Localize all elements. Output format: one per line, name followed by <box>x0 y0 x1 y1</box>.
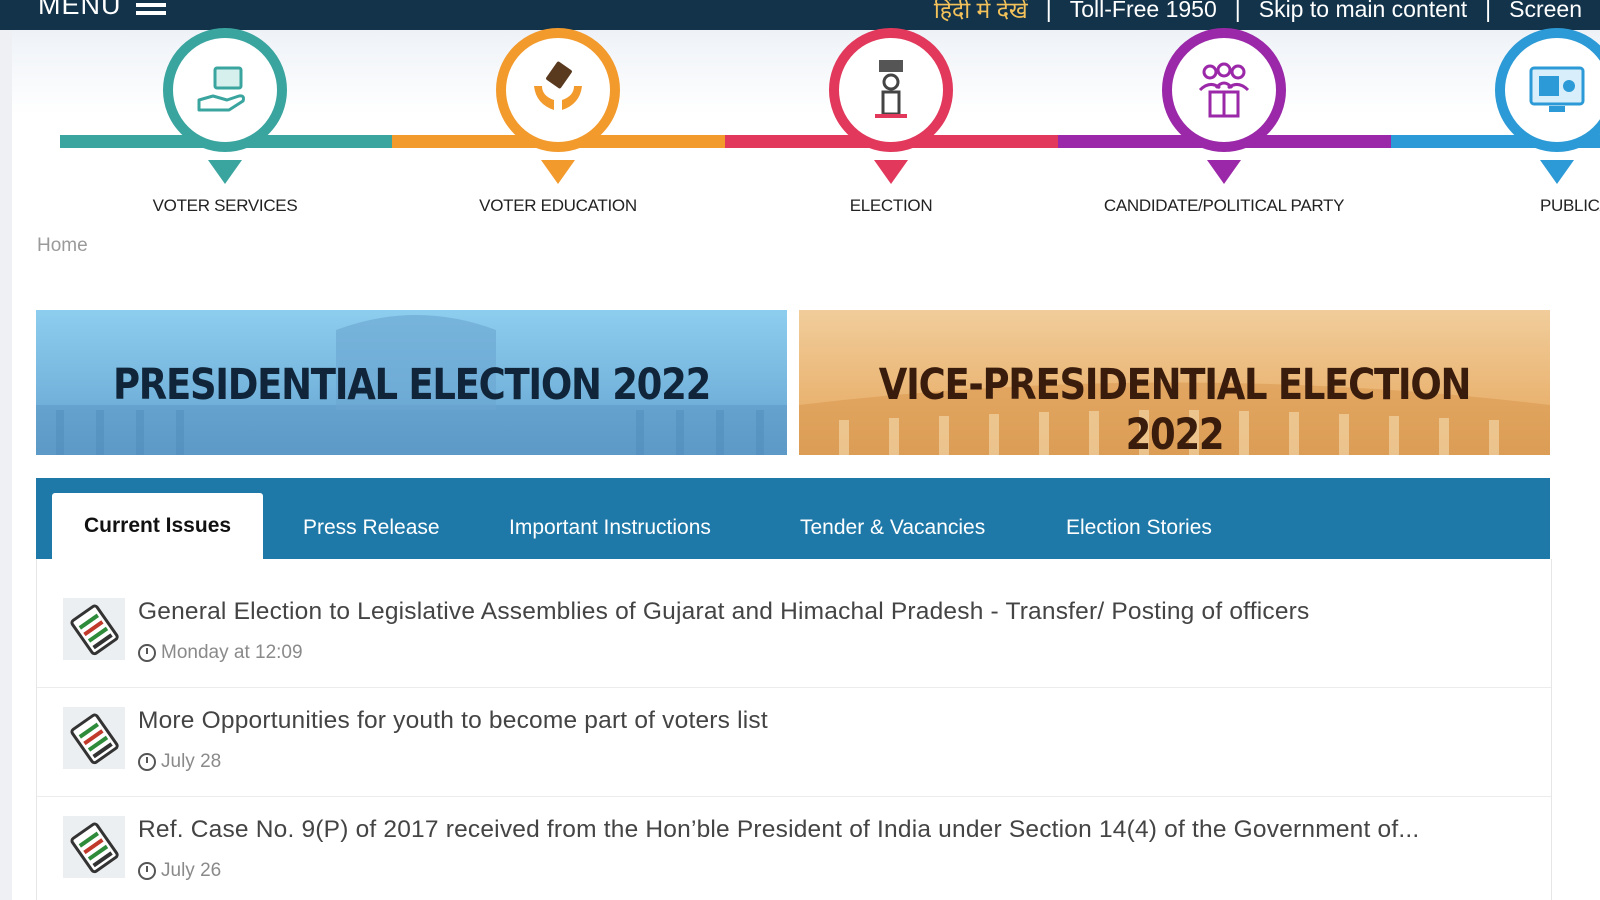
item-date: July 26 <box>138 860 221 882</box>
item-date-text: July 26 <box>161 860 222 881</box>
divider <box>37 687 1551 688</box>
nav-item-label: PUBLICA <box>1540 196 1600 215</box>
tab-press-release[interactable]: Press Release <box>303 516 440 540</box>
tab-current-issues[interactable]: Current Issues <box>52 493 264 559</box>
main-nav: VOTER SERVICES VOTER EDUCATION ELECTION <box>12 28 1600 220</box>
evm-icon <box>63 816 125 878</box>
menu-label: MENU <box>38 0 122 20</box>
nav-item-label: VOTER SERVICES <box>152 196 298 215</box>
item-date: July 28 <box>138 751 221 773</box>
left-rail <box>0 30 12 900</box>
top-links: हिंदी में देखें | Toll-Free 1950 | Skip … <box>916 0 1600 25</box>
item-date-text: July 28 <box>161 751 222 772</box>
nav-item-label: ELECTION <box>849 196 933 215</box>
nav-pointer <box>1207 160 1241 184</box>
publication-monitor-icon <box>1495 28 1600 152</box>
evm-icon <box>63 598 125 660</box>
tab-important-instructions[interactable]: Important Instructions <box>509 516 711 540</box>
item-title[interactable]: Ref. Case No. 9(P) of 2017 received from… <box>138 816 1419 844</box>
menu-button[interactable]: MENU <box>38 0 166 20</box>
hand-with-card-icon <box>163 28 287 152</box>
clock-icon <box>138 862 156 880</box>
clock-icon <box>138 753 156 771</box>
breadcrumb-home[interactable]: Home <box>37 235 88 257</box>
item-date-text: Monday at 12:09 <box>161 642 303 663</box>
item-title[interactable]: General Election to Legislative Assembli… <box>138 598 1309 626</box>
hindi-link[interactable]: हिंदी में देखें <box>916 0 1046 25</box>
candidates-podium-icon <box>1162 28 1286 152</box>
nav-pointer <box>874 160 908 184</box>
skip-to-content-link[interactable]: Skip to main content <box>1241 0 1485 23</box>
item-title[interactable]: More Opportunities for youth to become p… <box>138 707 768 735</box>
item-date: Monday at 12:09 <box>138 642 303 664</box>
nav-pointer <box>1540 160 1574 184</box>
tab-election-stories[interactable]: Election Stories <box>1066 516 1212 540</box>
hamburger-icon <box>135 0 166 15</box>
presidential-election-banner[interactable]: PRESIDENTIAL ELECTION 2022 <box>36 310 787 455</box>
top-bar: MENU हिंदी में देखें | Toll-Free 1950 | … <box>0 0 1600 30</box>
clock-icon <box>138 644 156 662</box>
news-tabs: Current Issues Press Release Important I… <box>36 478 1550 559</box>
tab-tender-vacancies[interactable]: Tender & Vacancies <box>800 516 985 540</box>
nav-pointer <box>208 160 242 184</box>
current-issues-list: General Election to Legislative Assembli… <box>36 559 1552 900</box>
nav-item-label: VOTER EDUCATION <box>479 196 637 215</box>
toll-free-link[interactable]: Toll-Free 1950 <box>1052 0 1235 23</box>
screen-reader-link[interactable]: Screen <box>1491 0 1600 23</box>
banner-title: VICE-PRESIDENTIAL ELECTION 2022 <box>878 360 1472 455</box>
ballot-box-icon <box>829 28 953 152</box>
evm-icon <box>63 707 125 769</box>
nav-item-label: CANDIDATE/POLITICAL PARTY <box>1103 196 1345 215</box>
vice-presidential-election-banner[interactable]: VICE-PRESIDENTIAL ELECTION 2022 <box>799 310 1550 455</box>
nav-pointer <box>541 160 575 184</box>
hands-ballot-icon <box>496 28 620 152</box>
divider <box>37 796 1551 797</box>
banner-title: PRESIDENTIAL ELECTION 2022 <box>112 360 711 410</box>
